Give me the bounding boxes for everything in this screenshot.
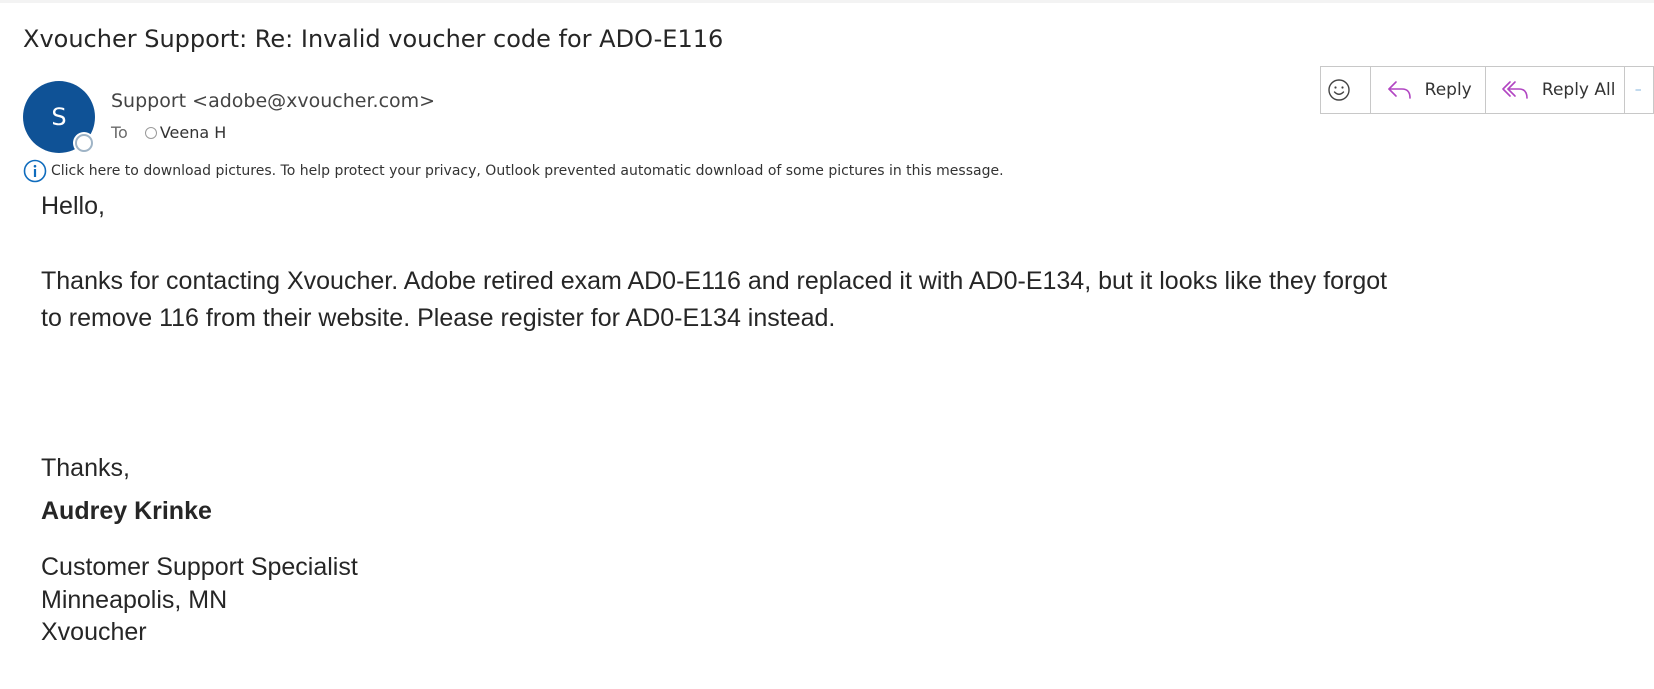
top-divider [0,0,1654,3]
reply-all-icon [1502,81,1528,99]
recipient-presence-icon [144,126,157,139]
signature-name: Audrey Krinke [41,497,212,525]
info-icon [23,159,47,183]
body-paragraph-line-2: to remove 116 from their website. Please… [41,304,836,332]
forward-button[interactable] [1625,67,1653,113]
message-actions-toolbar: Reply Reply All [1320,66,1654,114]
reply-icon [1387,81,1411,99]
emoji-reaction-button[interactable] [1321,67,1371,113]
to-label: To [111,123,128,142]
download-pictures-infobar[interactable]: Click here to download pictures. To help… [23,159,1004,183]
presence-status-icon [75,134,93,152]
sender-name[interactable]: Support <adobe@xvoucher.com> [111,90,435,112]
avatar-initial: S [51,103,67,131]
forward-icon [1635,89,1641,91]
reply-label: Reply [1424,80,1472,100]
signature-company: Xvoucher [41,618,147,646]
infobar-text: Click here to download pictures. To help… [51,163,1004,179]
body-paragraph-line-1: Thanks for contacting Xvoucher. Adobe re… [41,267,1388,295]
smiley-icon [1328,79,1351,101]
recipients-row: To Veena H [111,123,226,142]
recipient-name[interactable]: Veena H [160,123,226,142]
closing-text: Thanks, [41,454,130,482]
reply-all-label: Reply All [1541,80,1616,100]
signature-location: Minneapolis, MN [41,586,228,614]
greeting-text: Hello, [41,192,105,220]
email-subject: Xvoucher Support: Re: Invalid voucher co… [23,25,724,53]
signature-title: Customer Support Specialist [41,553,358,581]
reply-all-button[interactable]: Reply All [1486,67,1625,113]
reply-button[interactable]: Reply [1371,67,1486,113]
